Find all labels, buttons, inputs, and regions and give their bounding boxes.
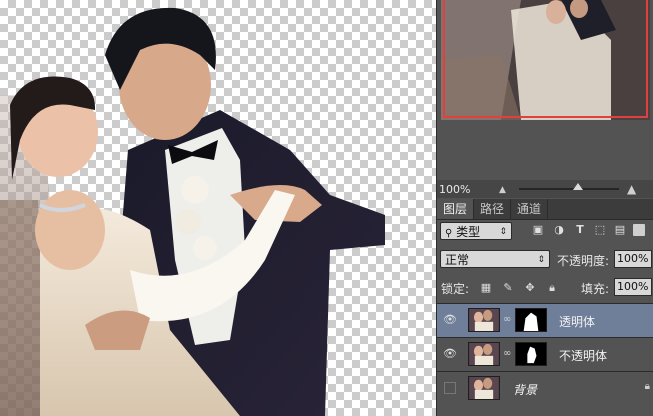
layer-thumbnail (468, 308, 500, 332)
filter-kind-dropdown[interactable]: ⚲ 类型 ⇕ (440, 222, 512, 240)
chevron-updown-icon: ⇕ (499, 227, 507, 237)
blend-row: 正常 ⇕ 不透明度: 100% (437, 249, 653, 271)
zoom-in-icon[interactable]: ▲ (627, 182, 636, 196)
layers-panel-tabs: 图层 路径 通道 (437, 199, 653, 220)
chain-link-icon[interactable]: ∞ (503, 348, 511, 360)
lock-move-icon[interactable]: ✥ (523, 281, 537, 295)
layer-thumbnail-image (469, 377, 499, 399)
layer-mask-thumbnail[interactable] (515, 308, 547, 332)
chain-link-icon[interactable]: ∞ (503, 314, 511, 326)
layer-name[interactable]: 背景 (513, 381, 537, 398)
opacity-field[interactable]: 100% (614, 250, 652, 268)
lock-label: 锁定: (441, 282, 470, 296)
tab-layers[interactable]: 图层 (437, 199, 475, 219)
lock-row: 锁定: ▦ ✎ ✥ 🔒︎ 填充: 100% (437, 278, 653, 300)
navigator-view-frame[interactable] (443, 0, 648, 118)
layer-thumbnail-image (469, 309, 499, 331)
shape-filter-icon[interactable]: ⬚ (593, 223, 607, 237)
filter-toggle-icon[interactable] (633, 224, 645, 236)
filter-kind-label: 类型 (456, 225, 481, 239)
layer-filter-row: ⚲ 类型 ⇕ ▣ ◑ T ⬚ ▤ (437, 221, 653, 243)
layer-mask-thumbnail[interactable] (515, 342, 547, 366)
layer-name[interactable]: 透明体 (559, 313, 595, 330)
tab-channels[interactable]: 通道 (511, 199, 549, 219)
eye-icon[interactable]: 👁︎ (443, 313, 457, 327)
layer-thumbnail-image (469, 343, 499, 365)
chevron-updown-icon: ⇕ (537, 255, 545, 265)
eye-icon[interactable]: 👁︎ (443, 347, 457, 361)
image-filter-icon[interactable]: ▣ (531, 223, 545, 237)
layer-mask-shape (527, 346, 537, 364)
zoom-out-icon[interactable]: ▲ (499, 185, 506, 195)
layer-row[interactable]: 👁︎ ∞ 透明体 (437, 303, 653, 337)
fill-field[interactable]: 100% (614, 278, 652, 296)
layer-mask-shape (523, 312, 539, 331)
zoom-value[interactable]: 100% (439, 183, 470, 196)
navigator-preview[interactable] (441, 0, 650, 120)
lock-icon: 🔒︎ (644, 381, 650, 392)
lock-brush-icon[interactable]: ✎ (501, 281, 515, 295)
zoom-slider[interactable] (519, 188, 619, 190)
fill-label: 填充: (581, 282, 610, 296)
right-panel-dock: 100% ▲ ▲ 图层 路径 通道 ⚲ 类型 ⇕ ▣ ◑ T ⬚ ▤ 正常 ⇕ … (436, 0, 653, 416)
search-icon: ⚲ (445, 228, 453, 239)
layer-thumbnail (468, 342, 500, 366)
text-filter-icon[interactable]: T (573, 223, 587, 237)
lock-all-icon[interactable]: 🔒︎ (545, 281, 559, 295)
wedding-photo (0, 7, 385, 416)
opacity-label: 不透明度: (557, 254, 610, 268)
layer-row[interactable]: 背景 🔒︎ (437, 371, 653, 416)
smart-object-filter-icon[interactable]: ▤ (613, 223, 627, 237)
layer-name[interactable]: 不透明体 (559, 347, 607, 364)
adjustment-filter-icon[interactable]: ◑ (552, 223, 566, 237)
layer-row[interactable]: 👁︎ ∞ 不透明体 (437, 337, 653, 371)
zoom-slider-thumb[interactable] (573, 183, 583, 190)
blend-mode-label: 正常 (445, 253, 470, 267)
visibility-toggle[interactable] (444, 382, 456, 394)
navigator-zoom-bar: 100% ▲ ▲ (437, 180, 653, 198)
blend-mode-dropdown[interactable]: 正常 ⇕ (440, 250, 550, 268)
layer-thumbnail (468, 376, 500, 400)
lock-transparent-icon[interactable]: ▦ (479, 281, 493, 295)
document-canvas[interactable] (0, 0, 436, 416)
tab-paths[interactable]: 路径 (474, 199, 512, 219)
